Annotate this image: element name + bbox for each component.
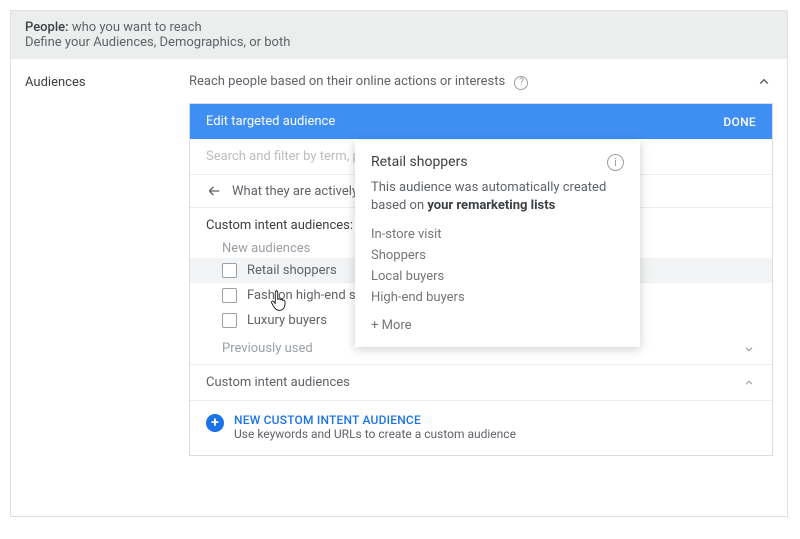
chevron-down-icon bbox=[742, 342, 756, 356]
chevron-up-icon bbox=[742, 376, 756, 390]
panel-title: Edit targeted audience bbox=[206, 114, 335, 129]
header-people-label: People: bbox=[25, 20, 69, 35]
tooltip-item: High-end buyers bbox=[371, 287, 624, 308]
previously-used-label: Previously used bbox=[222, 341, 313, 356]
plus-icon: + bbox=[206, 414, 224, 432]
tooltip-description: This audience was automatically created … bbox=[371, 179, 624, 214]
new-custom-intent-cta[interactable]: + NEW CUSTOM INTENT AUDIENCE Use keyword… bbox=[190, 401, 772, 455]
custom-intent-audiences-row[interactable]: Custom intent audiences bbox=[190, 364, 772, 401]
audience-option-label: Retail shoppers bbox=[247, 263, 337, 278]
checkbox-icon[interactable] bbox=[222, 263, 237, 278]
tooltip-item: In-store visit bbox=[371, 224, 624, 245]
done-button[interactable]: DONE bbox=[723, 115, 756, 129]
checkbox-icon[interactable] bbox=[222, 288, 237, 303]
breadcrumb-label[interactable]: What they are actively r bbox=[232, 184, 366, 199]
audiences-section-label: Audiences bbox=[25, 73, 189, 90]
new-cta-title: NEW CUSTOM INTENT AUDIENCE bbox=[234, 413, 516, 427]
audience-option-label: Luxury buyers bbox=[247, 313, 327, 328]
audience-option-label: Fashion high-end s bbox=[247, 288, 356, 303]
tooltip-item: Local buyers bbox=[371, 266, 624, 287]
header-banner: People: who you want to reach Define you… bbox=[11, 11, 787, 59]
tooltip-more-link[interactable]: + More bbox=[371, 318, 624, 333]
back-arrow-icon[interactable] bbox=[206, 183, 222, 199]
help-icon[interactable]: ? bbox=[514, 76, 528, 90]
chevron-up-icon[interactable] bbox=[755, 73, 773, 91]
reach-description: Reach people based on their online actio… bbox=[189, 74, 505, 89]
header-subline: Define your Audiences, Demographics, or … bbox=[25, 35, 773, 50]
new-cta-sub: Use keywords and URLs to create a custom… bbox=[234, 427, 516, 441]
tooltip-title: Retail shoppers bbox=[371, 154, 468, 170]
audience-tooltip: Retail shoppers i This audience was auto… bbox=[355, 140, 640, 347]
tooltip-list: In-store visit Shoppers Local buyers Hig… bbox=[371, 224, 624, 308]
custom-intent-audiences-label: Custom intent audiences bbox=[206, 375, 350, 390]
info-icon[interactable]: i bbox=[607, 154, 624, 171]
header-people-desc: who you want to reach bbox=[72, 20, 202, 35]
tooltip-item: Shoppers bbox=[371, 245, 624, 266]
checkbox-icon[interactable] bbox=[222, 313, 237, 328]
